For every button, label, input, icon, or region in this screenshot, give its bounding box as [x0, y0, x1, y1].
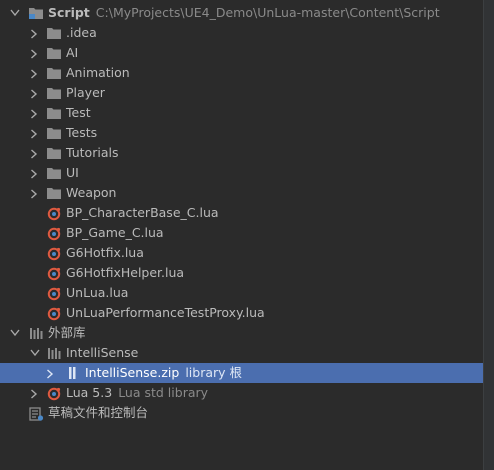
project-tree: Script C:\MyProjects\UE4_Demo\UnLua-maste…: [0, 3, 484, 423]
chevron-right-icon[interactable]: [30, 23, 42, 43]
library-icon: [28, 326, 44, 340]
intellisense-label: IntelliSense: [66, 345, 139, 360]
chevron-right-icon[interactable]: [30, 123, 42, 143]
folder-icon: [46, 66, 62, 80]
external-libraries-label: 外部库: [48, 325, 86, 340]
folder-icon: [46, 86, 62, 100]
lua-file-icon: [46, 306, 62, 321]
tree-root-script[interactable]: Script C:\MyProjects\UE4_Demo\UnLua-maste…: [0, 3, 484, 23]
file-label: BP_Game_C.lua: [66, 225, 164, 240]
chevron-right-icon[interactable]: [30, 383, 42, 403]
project-path: C:\MyProjects\UE4_Demo\UnLua-master\Cont…: [95, 5, 440, 20]
file-label: G6HotfixHelper.lua: [66, 265, 185, 280]
archive-icon: [64, 366, 80, 380]
tree-file[interactable]: G6HotfixHelper.lua: [0, 263, 484, 283]
tree-folder-ai[interactable]: AI: [0, 43, 484, 63]
folder-label: Animation: [66, 65, 130, 80]
folder-label: Test: [66, 105, 91, 120]
lua-sdk-suffix: Lua std library: [118, 385, 209, 400]
tree-file[interactable]: UnLua.lua: [0, 283, 484, 303]
file-label: BP_CharacterBase_C.lua: [66, 205, 219, 220]
chevron-right-icon[interactable]: [30, 63, 42, 83]
chevron-right-icon[interactable]: [30, 183, 42, 203]
tree-folder-player[interactable]: Player: [0, 83, 484, 103]
library-icon: [46, 346, 62, 360]
chevron-down-icon[interactable]: [10, 3, 22, 23]
folder-icon: [46, 126, 62, 140]
folder-label: .idea: [66, 25, 97, 40]
tree-lua-sdk[interactable]: Lua 5.3 Lua std library: [0, 383, 484, 403]
chevron-right-icon[interactable]: [30, 143, 42, 163]
project-name: Script: [48, 5, 90, 20]
intellisense-zip-suffix: library 根: [185, 365, 243, 380]
tree-folder-tutorials[interactable]: Tutorials: [0, 143, 484, 163]
folder-icon: [28, 6, 44, 20]
chevron-right-icon[interactable]: [30, 103, 42, 123]
file-label: UnLua.lua: [66, 285, 129, 300]
tree-folder-weapon[interactable]: Weapon: [0, 183, 484, 203]
folder-icon: [46, 166, 62, 180]
lua-file-icon: [46, 286, 62, 301]
folder-icon: [46, 186, 62, 200]
chevron-right-icon[interactable]: [30, 163, 42, 183]
file-label: G6Hotfix.lua: [66, 245, 144, 260]
tree-external-libraries[interactable]: 外部库: [0, 323, 484, 343]
chevron-down-icon[interactable]: [30, 343, 42, 363]
folder-label: Player: [66, 85, 105, 100]
folder-label: Tests: [66, 125, 98, 140]
lua-sdk-label: Lua 5.3: [66, 385, 113, 400]
tree-file[interactable]: BP_Game_C.lua: [0, 223, 484, 243]
tree-file[interactable]: G6Hotfix.lua: [0, 243, 484, 263]
tree-folder-idea[interactable]: .idea: [0, 23, 484, 43]
lua-file-icon: [46, 226, 62, 241]
folder-label: Tutorials: [66, 145, 119, 160]
tree-file[interactable]: UnLuaPerformanceTestProxy.lua: [0, 303, 484, 323]
folder-icon: [46, 46, 62, 60]
tree-file[interactable]: BP_CharacterBase_C.lua: [0, 203, 484, 223]
lua-file-icon: [46, 246, 62, 261]
tree-folder-test[interactable]: Test: [0, 103, 484, 123]
tree-scratches[interactable]: 草稿文件和控制台: [0, 403, 484, 423]
folder-list: .idea AI Animation Player Test Tests Tut…: [0, 23, 484, 203]
chevron-right-icon[interactable]: [46, 363, 58, 383]
folder-icon: [46, 146, 62, 160]
folder-label: UI: [66, 165, 79, 180]
scratches-icon: [28, 406, 44, 421]
chevron-right-icon[interactable]: [30, 43, 42, 63]
folder-icon: [46, 26, 62, 40]
tree-intellisense[interactable]: IntelliSense: [0, 343, 484, 363]
lua-sdk-icon: [46, 386, 62, 401]
tree-folder-animation[interactable]: Animation: [0, 63, 484, 83]
intellisense-zip-label: IntelliSense.zip: [85, 365, 180, 380]
folder-icon: [46, 106, 62, 120]
lua-file-icon: [46, 206, 62, 221]
folder-label: Weapon: [66, 185, 117, 200]
tree-intellisense-zip[interactable]: IntelliSense.zip library 根: [0, 363, 484, 383]
chevron-down-icon[interactable]: [10, 323, 22, 343]
project-tool-window: Script C:\MyProjects\UE4_Demo\UnLua-maste…: [0, 0, 494, 470]
tree-folder-ui[interactable]: UI: [0, 163, 484, 183]
folder-label: AI: [66, 45, 79, 60]
lua-file-icon: [46, 266, 62, 281]
scratches-label: 草稿文件和控制台: [48, 405, 149, 420]
file-label: UnLuaPerformanceTestProxy.lua: [66, 305, 265, 320]
tree-folder-tests[interactable]: Tests: [0, 123, 484, 143]
file-list: BP_CharacterBase_C.lua BP_Game_C.lua G6H…: [0, 203, 484, 323]
editor-gutter-edge: [483, 0, 494, 470]
chevron-right-icon[interactable]: [30, 83, 42, 103]
